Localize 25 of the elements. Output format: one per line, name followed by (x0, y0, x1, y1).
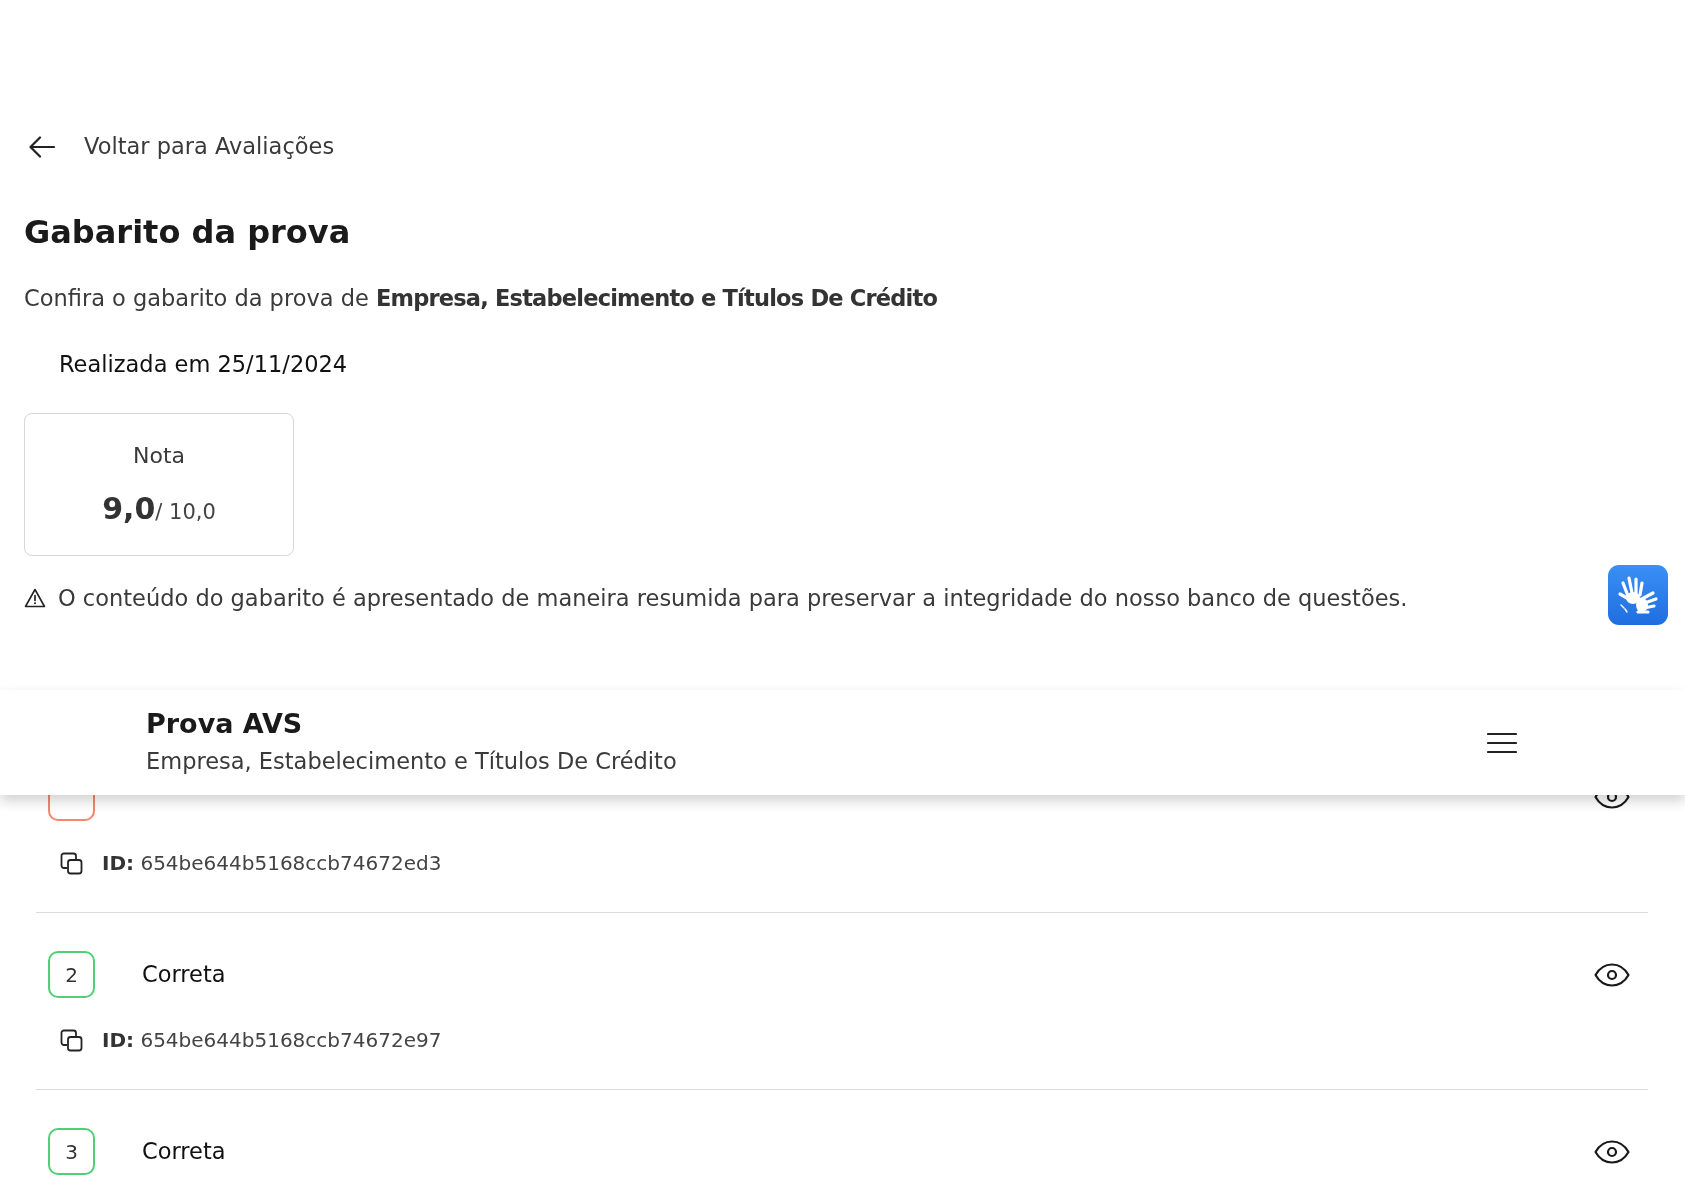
copy-icon[interactable] (60, 851, 83, 875)
exam-title: Prova AVS (146, 707, 304, 741)
page-description: Confira o gabarito da prova de Empresa, Estabelecimento e Títulos De Crédito (24, 284, 939, 313)
warning-icon (24, 588, 46, 608)
eye-icon[interactable] (1594, 962, 1630, 987)
page-title: Gabarito da prova (24, 212, 352, 252)
question-id: ID: 654be644b5168ccb74672ed3 (102, 850, 442, 877)
exam-subtitle: Empresa, Estabelecimento e Títulos De Crédito (146, 747, 678, 776)
question-number: 2 (48, 951, 95, 998)
back-link[interactable]: Voltar para Avaliações (24, 127, 335, 167)
notice-text: O conteúdo do gabarito é apresentado de maneira resumida para preservar a integridade do nosso banco de questões. (58, 584, 1408, 613)
question-id: ID: 654be644b5168ccb74672e97 (102, 1027, 442, 1054)
arrow-left-icon (29, 136, 55, 158)
eye-icon[interactable] (1594, 795, 1630, 809)
result-text: Correta (142, 1136, 226, 1166)
grade-max: / 10,0 (155, 500, 216, 524)
menu-icon[interactable] (1487, 732, 1517, 754)
copy-icon[interactable] (60, 1028, 83, 1052)
grade-label: Nota (132, 442, 186, 470)
result-text: Correta (142, 959, 226, 989)
eye-icon[interactable] (1594, 1139, 1630, 1164)
question-number: 3 (48, 1128, 95, 1175)
hands-icon[interactable] (1608, 565, 1668, 625)
exam-date: Realizada em 25/11/2024 (59, 350, 349, 379)
grade-score: 9,0 (102, 491, 156, 526)
